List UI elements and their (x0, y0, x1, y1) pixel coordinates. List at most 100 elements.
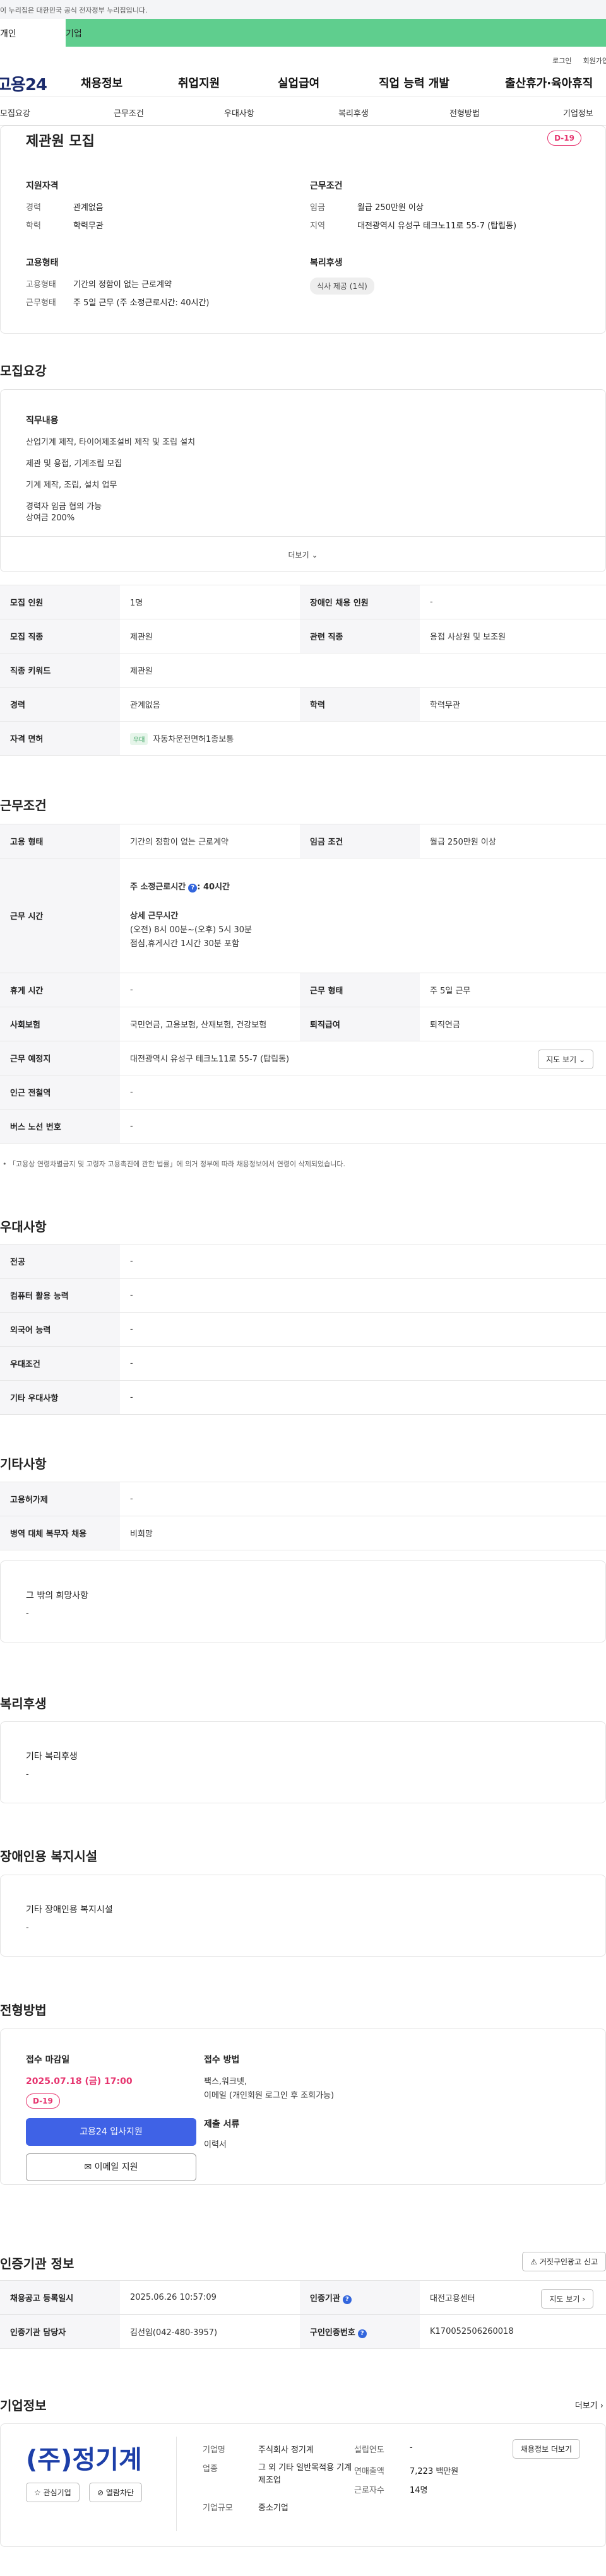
util-links: 로그인 회원가입 (0, 47, 606, 66)
company-more-link[interactable]: 더보기 › (575, 2399, 603, 2411)
hours-cell: 주 소정근로시간?: 40시간 상세 근무시간 (오전) 8시 00분~(오후)… (120, 858, 606, 973)
job-title: 제관원 모집 (26, 134, 95, 149)
work-table: 고용 형태 기간의 정함이 없는 근로계약 임금 조건 월급 250만원 이상 … (0, 824, 606, 1144)
gov-notice-bar: 이 누리집은 대한민국 공식 전자정부 누리집입니다. (0, 0, 606, 19)
cell-value: 제관원 (120, 653, 606, 688)
duty-line-5: 상여금 200% (26, 513, 75, 523)
table-row: 고용 형태 기간의 정함이 없는 근로계약 임금 조건 월급 250만원 이상 (0, 824, 606, 858)
lnb-item-work[interactable]: 근무조건 (114, 107, 144, 119)
lnb-item-pref[interactable]: 우대사항 (224, 107, 254, 119)
cell-value: 학력무관 (420, 687, 606, 722)
cell-label: 휴게 시간 (0, 973, 120, 1007)
gnb-item-training[interactable]: 직업 능력 개발 (379, 74, 449, 91)
cell-value: 김선임(042-480-3957) (120, 2314, 300, 2349)
lnb-item-apply[interactable]: 전형방법 (449, 107, 480, 119)
chevron-down-icon: ⌄ (311, 551, 318, 559)
login-link[interactable]: 로그인 (552, 56, 571, 66)
hours-detail-title: 상세 근무시간 (130, 911, 179, 921)
map-button[interactable]: 지도 보기 ⌄ (538, 1050, 593, 1069)
lnb-item-benefit[interactable]: 복리후생 (338, 107, 369, 119)
benefit-card: 기타 복리후생 - (0, 1721, 606, 1803)
founded-label: 설립연도 (354, 2445, 384, 2455)
gnb-item-jobs[interactable]: 채용정보 (81, 74, 122, 91)
etc-wish-value: - (26, 1609, 29, 1619)
info-icon[interactable]: ? (188, 883, 198, 893)
star-icon: ☆ (34, 2488, 41, 2497)
table-row: 사회보험 국민연금, 고용보험, 산재보험, 건강보험 퇴직급여 퇴직연금 (0, 1007, 606, 1041)
employment-title: 고용형태 (26, 258, 59, 268)
cell-label: 학력 (300, 687, 420, 722)
cell-value: 1명 (120, 585, 300, 619)
hours-detail-value: (오전) 8시 00분~(오후) 5시 30분 (130, 925, 252, 935)
cert-map-button[interactable]: 지도 보기 › (541, 2289, 593, 2309)
cell-label: 인근 전철역 (0, 1075, 120, 1109)
location-value: 대전광역시 유성구 테크노11로 55-7 (탑립동) (130, 1055, 290, 1064)
company-size-value: 중소기업 (258, 2503, 288, 2513)
email-apply-button[interactable]: ✉ 이메일 지원 (26, 2153, 196, 2181)
cell-value: 기간의 정함이 없는 근로계약 (120, 824, 300, 858)
license-value: 자동차운전면허1종보통 (153, 734, 234, 744)
apply-section-title: 전형방법 (0, 2003, 47, 2018)
table-row: 근무 시간 주 소정근로시간?: 40시간 상세 근무시간 (오전) 8시 00… (0, 858, 606, 973)
cell-value: - (120, 1482, 606, 1516)
info-icon[interactable]: ? (342, 2295, 352, 2304)
cell-value: - (120, 1075, 606, 1109)
apply-button[interactable]: 고용24 입사지원 (26, 2118, 196, 2146)
qualification-title: 지원자격 (26, 181, 59, 191)
company-jobs-button[interactable]: 채용정보 더보기 (512, 2439, 580, 2459)
revenue-label: 연매출액 (354, 2467, 384, 2476)
info-icon[interactable]: ? (357, 2329, 367, 2338)
table-row: 직종 키워드 제관원 (0, 653, 606, 688)
condition-group: 근무조건 임금 월급 250만원 이상 지역 대전광역시 유성구 테크노11로 55… (310, 179, 516, 237)
company-name-value: 주식회사 정기계 (258, 2445, 314, 2455)
site-logo[interactable]: 고용24 (0, 72, 47, 95)
cell-label: 인증기관 담당자 (0, 2314, 120, 2349)
more-button[interactable]: 더보기 ⌄ (1, 536, 605, 571)
cell-value: 2025.06.26 10:57:09 (120, 2280, 300, 2315)
company-name-label: 기업명 (203, 2445, 225, 2455)
table-row: 모집 인원 1명 장애인 채용 인원 - (0, 585, 606, 619)
company-section-title: 기업정보 (0, 2398, 47, 2413)
duty-card: 직무내용 산업기계 제작, 타이어제조설비 제작 및 조립 설치 제관 및 용접… (0, 389, 606, 572)
cert-agency-cell: 대전고용센터 지도 보기 › (420, 2280, 606, 2315)
report-ad-button[interactable]: ⚠ 거짓구인광고 신고 (522, 2252, 606, 2271)
tab-company[interactable]: 기업 (66, 19, 606, 47)
member-tabs: 개인 기업 (0, 19, 606, 47)
recruit-table: 모집 인원 1명 장애인 채용 인원 - 모집 직종 제관원 관련 직종 용접 … (0, 585, 606, 756)
lnb-item-company[interactable]: 기업정보 (563, 107, 593, 119)
cell-value: 퇴직연금 (420, 1007, 606, 1041)
apply-dday-badge: D-19 (26, 2093, 60, 2109)
duty-line-1: 산업기계 제작, 타이어제조설비 제작 및 조립 설치 (26, 438, 196, 447)
table-row: 휴게 시간 - 근무 형태 주 5일 근무 (0, 973, 606, 1007)
favorite-company-button[interactable]: ☆ 관심기업 (26, 2483, 80, 2502)
cell-label: 자격 면허 (0, 721, 120, 756)
table-row: 병역 대체 복무자 채용 비희망 (0, 1516, 606, 1550)
tab-personal[interactable]: 개인 (0, 19, 66, 47)
gnb-item-parental-leave[interactable]: 출산휴가·육아휴직 (505, 74, 593, 91)
employment-type-value: 기간의 정함이 없는 근로계약 (73, 280, 172, 290)
cell-value: - (120, 1278, 606, 1313)
table-row: 인증기관 담당자 김선임(042-480-3957) 구인인증번호? K1700… (0, 2314, 606, 2349)
employment-type-label: 고용형태 (26, 280, 56, 290)
gnb-item-employment-support[interactable]: 취업지원 (178, 74, 220, 91)
gnb-item-unemployment[interactable]: 실업급여 (278, 74, 319, 91)
report-icon: ⚠ (530, 2257, 538, 2266)
etc-section-title: 기타사항 (0, 1456, 47, 1472)
lnb-item-recruit[interactable]: 모집요강 (0, 107, 30, 119)
region-label: 지역 (310, 221, 325, 231)
duty-line-4: 경력자 임금 협의 가능 (26, 502, 102, 512)
cert-table: 채용공고 등록일시 2025.06.26 10:57:09 인증기관? 대전고용… (0, 2280, 606, 2349)
signup-link[interactable]: 회원가입 (583, 56, 606, 66)
global-nav: 고용24 채용정보 취업지원 실업급여 직업 능력 개발 출산휴가·육아휴직 (0, 66, 606, 97)
company-logo: (주)정기계 (26, 2445, 142, 2474)
table-row: 기타 우대사항 - (0, 1380, 606, 1415)
work-section-title: 근무조건 (0, 798, 47, 813)
table-row: 고용허가제 - (0, 1482, 606, 1516)
block-view-button[interactable]: ⊘ 열람차단 (89, 2483, 143, 2502)
page-body: 제관원 모집 D-19 지원자격 경력 관계없음 학력 학력무관 고용형태 고용형태… (0, 126, 606, 2547)
cell-value: 국민연금, 고용보험, 산재보험, 건강보험 (120, 1007, 300, 1041)
employees-label: 근로자수 (354, 2486, 384, 2495)
disabled-card: 기타 장애인용 복지시설 - (0, 1875, 606, 1957)
table-row: 컴퓨터 활용 능력 - (0, 1278, 606, 1313)
gov-notice-text: 이 누리집은 대한민국 공식 전자정부 누리집입니다. (0, 6, 148, 15)
